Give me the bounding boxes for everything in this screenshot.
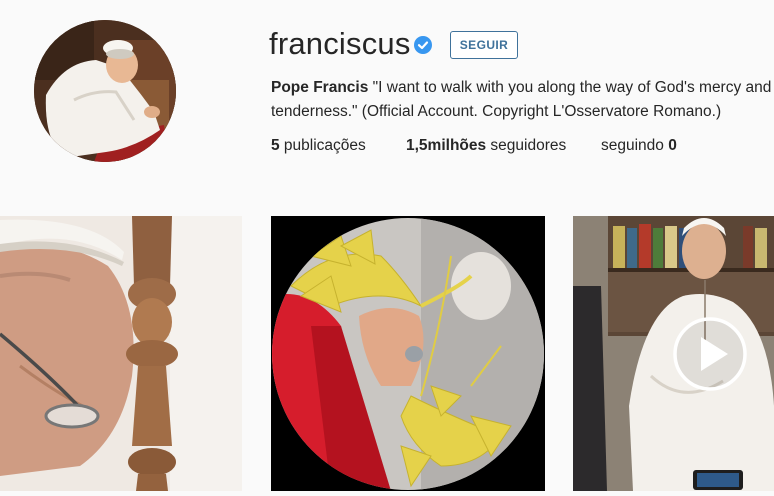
profile-username: franciscus xyxy=(269,26,411,61)
stat-posts: 5 publicações xyxy=(271,136,366,156)
play-icon[interactable] xyxy=(672,316,748,392)
posts-count: 5 xyxy=(271,137,280,154)
post-thumbnail-3[interactable] xyxy=(573,216,774,491)
stat-following[interactable]: seguindo 0 xyxy=(601,136,677,156)
posts-label: publicações xyxy=(279,137,366,154)
bio-full-name: Pope Francis xyxy=(271,79,369,96)
following-count: 0 xyxy=(668,137,677,154)
profile-avatar[interactable] xyxy=(34,20,176,162)
stat-followers[interactable]: 1,5milhões seguidores xyxy=(406,136,566,156)
profile-bio: Pope Francis "I want to walk with you al… xyxy=(271,76,774,124)
follow-button[interactable]: SEGUIR xyxy=(450,31,518,59)
post-thumbnail-1[interactable] xyxy=(0,216,242,491)
profile-page: franciscus SEGUIR Pope Francis "I want t… xyxy=(0,0,774,496)
following-label: seguindo xyxy=(601,137,669,154)
followers-count: 1,5milhões xyxy=(406,137,487,154)
followers-label: seguidores xyxy=(486,137,567,154)
verified-badge-icon xyxy=(414,36,432,54)
post-thumbnail-2[interactable] xyxy=(271,216,545,491)
